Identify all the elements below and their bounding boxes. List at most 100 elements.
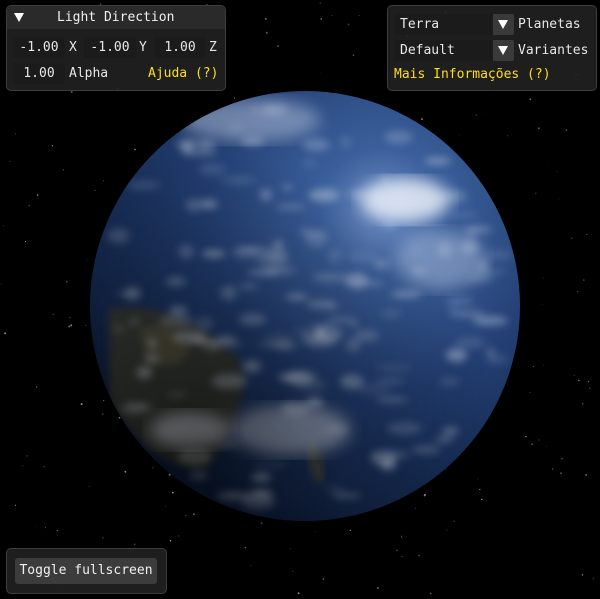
star: [9, 160, 11, 163]
star: [26, 455, 28, 457]
star: [322, 578, 325, 580]
star: [43, 466, 45, 468]
alpha-input[interactable]: 1.00: [13, 63, 65, 84]
star: [424, 494, 426, 496]
star: [582, 279, 585, 281]
star: [0, 283, 2, 285]
star: [35, 386, 38, 388]
chevron-down-icon[interactable]: [493, 40, 514, 61]
star: [331, 15, 333, 17]
more-info-link[interactable]: Mais Informações (?): [394, 64, 551, 85]
star: [477, 478, 479, 480]
collapse-triangle-icon[interactable]: [14, 13, 24, 22]
star: [52, 313, 54, 316]
star: [429, 592, 432, 595]
star: [56, 530, 58, 532]
star: [377, 587, 379, 589]
star: [118, 416, 121, 419]
star: [134, 148, 136, 151]
star: [103, 399, 105, 402]
light-y-input[interactable]: -1.00: [84, 37, 136, 58]
planet-select-value: Terra: [400, 17, 440, 32]
star: [65, 280, 68, 283]
star: [292, 571, 294, 573]
star: [265, 31, 268, 34]
light-direction-panel: Light Direction -1.00 X -1.00 Y 1.00 Z 1…: [6, 5, 226, 91]
star: [69, 317, 71, 319]
star: [588, 387, 591, 389]
toggle-panel: Toggle fullscreen: [6, 548, 167, 594]
star: [535, 192, 537, 194]
light-x-label: X: [69, 40, 77, 55]
star: [401, 535, 403, 537]
star: [34, 526, 36, 528]
star: [124, 470, 127, 473]
star: [277, 45, 280, 48]
star: [80, 403, 83, 406]
star: [421, 118, 423, 120]
star: [4, 332, 7, 335]
light-direction-title: Light Direction: [57, 10, 175, 25]
star: [314, 530, 316, 532]
light-z-input[interactable]: 1.00: [154, 37, 206, 58]
variant-select-label: Variantes: [518, 43, 589, 58]
star: [347, 23, 350, 26]
star: [86, 259, 88, 261]
light-direction-header[interactable]: Light Direction: [7, 6, 225, 29]
star: [244, 546, 247, 549]
star: [531, 443, 533, 445]
star: [14, 504, 17, 506]
star: [482, 112, 484, 114]
star: [320, 72, 322, 74]
help-link[interactable]: Ajuda (?): [148, 63, 218, 84]
star: [177, 535, 180, 537]
star: [586, 234, 588, 235]
star: [548, 162, 549, 164]
star: [532, 365, 534, 367]
star: [172, 491, 174, 494]
star: [102, 180, 104, 181]
star: [168, 473, 171, 476]
star: [396, 549, 398, 552]
star: [152, 466, 154, 469]
light-y-label: Y: [139, 40, 147, 55]
star: [62, 168, 65, 171]
star: [541, 303, 543, 305]
star: [537, 127, 540, 130]
star: [582, 403, 584, 405]
star: [592, 577, 595, 580]
star: [507, 135, 509, 137]
star: [418, 554, 420, 557]
star: [319, 2, 322, 5]
star: [290, 548, 291, 550]
star: [401, 555, 403, 557]
star: [560, 472, 562, 475]
variant-select[interactable]: Default: [394, 40, 514, 61]
star: [349, 529, 351, 531]
star: [28, 204, 31, 207]
star: [453, 520, 455, 522]
toggle-fullscreen-button[interactable]: Toggle fullscreen: [15, 558, 157, 584]
star: [571, 237, 573, 239]
star: [481, 498, 483, 501]
star: [320, 18, 322, 20]
star: [68, 325, 71, 328]
star: [558, 198, 560, 200]
star: [14, 133, 17, 135]
star: [543, 364, 545, 366]
star: [401, 537, 403, 539]
star: [358, 14, 360, 16]
star: [260, 522, 263, 525]
planet-select[interactable]: Terra: [394, 14, 514, 35]
star: [44, 527, 46, 529]
star: [250, 564, 252, 567]
chevron-down-icon[interactable]: [493, 14, 514, 35]
star: [88, 485, 90, 487]
star: [51, 145, 54, 147]
star: [297, 592, 300, 595]
planet-select-label: Planetas: [518, 17, 581, 32]
star: [585, 474, 587, 476]
star: [475, 114, 478, 116]
light-x-input[interactable]: -1.00: [13, 37, 65, 58]
star: [573, 375, 575, 376]
